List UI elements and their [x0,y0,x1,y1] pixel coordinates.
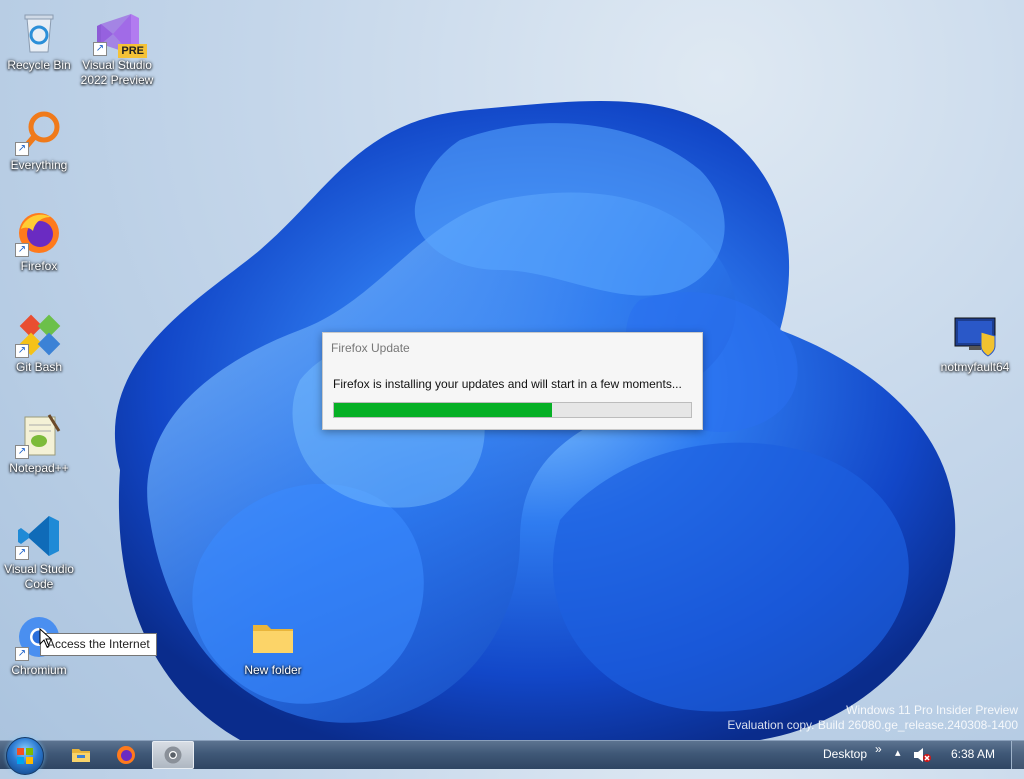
desktop-icon-vscode[interactable]: ↗ Visual Studio Code [0,512,78,592]
shortcut-arrow-icon: ↗ [15,344,29,358]
file-explorer-icon [72,749,90,762]
desktop-icon-label: notmyfault64 [940,360,1010,374]
desktop-icon-notepad-plus-plus[interactable]: ↗ Notepad++ [0,411,78,476]
desktop-icon-new-folder[interactable]: New folder [234,613,312,678]
desktop-icon-visual-studio-preview[interactable]: PRE ↗ Visual Studio 2022 Preview [78,8,156,88]
watermark-line-edition: Windows 11 Pro Insider Preview [846,703,1018,717]
everything-search-icon: ↗ [15,108,63,156]
desktop-icon-label: Visual Studio Code [4,562,74,591]
toolbar-overflow-chevron[interactable]: » [875,742,882,756]
desktop-icon-label: Recycle Bin [7,58,71,72]
desktop-icon-firefox[interactable]: ↗ Firefox [0,209,78,274]
desktop-icon-label: Notepad++ [9,461,69,475]
desktop-icon-everything[interactable]: ↗ Everything [0,108,78,173]
firefox-icon: ↗ [15,209,63,257]
visual-studio-preview-icon: PRE ↗ [93,8,147,58]
chromium-icon [164,746,182,764]
desktop-icon-recycle-bin[interactable]: Recycle Bin [0,8,78,73]
taskbar: Desktop » ▴ 6:38 AM [0,737,1024,775]
notmyfault-icon [951,310,999,358]
desktop-icon-label: New folder [244,663,302,677]
show-hidden-icons-button[interactable]: ▴ [895,746,901,759]
desktop-icon-notmyfault64[interactable]: notmyfault64 [936,310,1014,375]
windows-logo-icon [17,748,33,764]
taskbar-chromium-button[interactable] [152,741,194,769]
taskbar-firefox-button[interactable] [107,742,145,768]
update-progress-fill [334,403,552,417]
preview-badge: PRE [118,44,147,58]
chromium-tooltip: Access the Internet [40,633,157,656]
vscode-icon: ↗ [15,512,63,560]
desktop-toolbar-label[interactable]: Desktop [823,747,867,761]
show-desktop-button[interactable] [1011,741,1024,769]
firefox-update-dialog: Firefox Update Firefox is installing you… [322,332,703,430]
desktop-icon-label: Visual Studio 2022 Preview [80,58,154,87]
system-clock[interactable]: 6:38 AM [951,747,995,761]
update-progress-bar [333,402,692,418]
git-bash-icon: ↗ [15,310,63,358]
shortcut-arrow-icon: ↗ [15,243,29,257]
notepad-plus-plus-icon: ↗ [15,411,63,459]
shortcut-arrow-icon: ↗ [15,445,29,459]
desktop-icon-label: Git Bash [15,360,63,374]
watermark-line-build: Evaluation copy. Build 26080.ge_release.… [727,718,1018,732]
desktop-icon-label: Firefox [20,259,58,273]
mouse-cursor-icon [39,628,53,648]
taskbar-file-explorer-button[interactable] [62,742,100,768]
dialog-message: Firefox is installing your updates and w… [333,377,682,391]
shortcut-arrow-icon: ↗ [15,647,29,661]
volume-muted-icon[interactable] [912,747,932,763]
start-button[interactable] [6,737,44,775]
shortcut-arrow-icon: ↗ [15,142,29,156]
dialog-title: Firefox Update [331,341,410,355]
shortcut-arrow-icon: ↗ [15,546,29,560]
os-watermark: Windows 11 Pro Insider Preview Evaluatio… [727,703,1018,733]
desktop-icon-label: Everything [10,158,68,172]
desktop-icon-label: Chromium [11,663,67,677]
folder-icon [249,613,297,661]
firefox-icon [117,746,135,764]
shortcut-arrow-icon: ↗ [93,42,107,56]
recycle-bin-icon [15,8,63,56]
desktop-icon-git-bash[interactable]: ↗ Git Bash [0,310,78,375]
